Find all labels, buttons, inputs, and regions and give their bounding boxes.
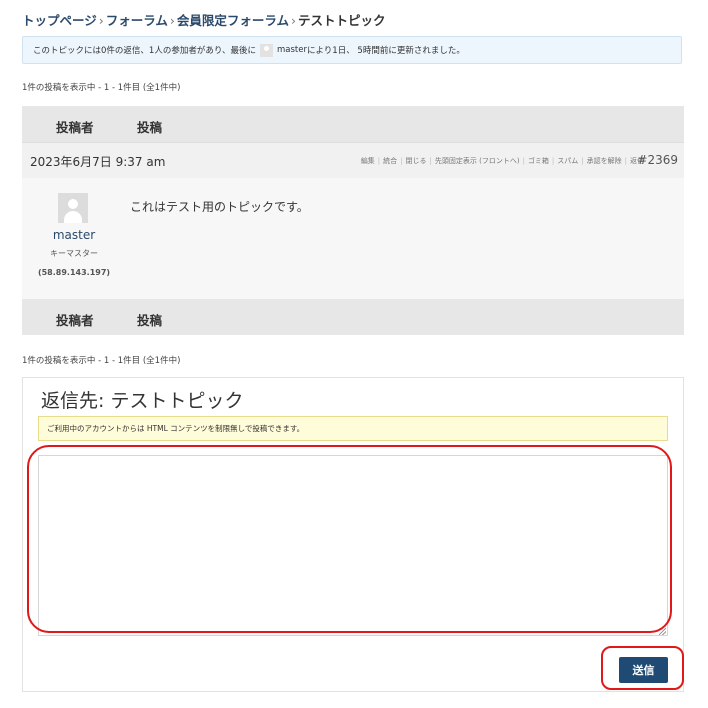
breadcrumb-separator: ›	[98, 13, 104, 28]
close-link[interactable]: 閉じる	[406, 157, 427, 165]
header-author: 投稿者	[56, 120, 94, 135]
reply-textarea[interactable]	[38, 455, 668, 636]
topic-info-text: このトピックには0件の返信、1人の参加者があり、最後に	[33, 46, 256, 56]
user-avatar-icon	[259, 43, 273, 57]
post-content: これはテスト用のトピックです。	[130, 200, 309, 214]
breadcrumb: トップページ › フォーラム › 会員限定フォーラム › テストトピック	[22, 10, 386, 29]
pagination-count-top: 1件の投稿を表示中 - 1 - 1件目 (全1件中)	[22, 83, 181, 93]
post-admin-links: 編集 | 統合 | 閉じる | 先頭固定表示 (フロントへ) | ゴミ箱 | スパム | 承認を解除 | 返…	[360, 157, 644, 165]
breadcrumb-link-members-forum[interactable]: 会員限定フォーラム	[177, 13, 289, 28]
posts-table-header: 投稿者 投稿	[22, 106, 684, 142]
author-ip: (58.89.143.197)	[37, 268, 111, 277]
unapprove-link[interactable]: 承認を解除	[587, 157, 622, 165]
post-permalink[interactable]: #2369	[637, 153, 678, 167]
submit-button[interactable]: 送信	[619, 657, 668, 683]
merge-link[interactable]: 統合	[383, 157, 397, 165]
breadcrumb-current: テストトピック	[298, 13, 386, 28]
post-date: 2023年6月7日 9:37 am	[30, 155, 166, 169]
spam-link[interactable]: スパム	[557, 157, 578, 165]
breadcrumb-separator: ›	[291, 13, 297, 28]
topic-info-notice: このトピックには0件の返信、1人の参加者があり、最後に master により1日…	[22, 36, 682, 64]
footer-posts: 投稿	[137, 313, 163, 328]
topic-info-text-after: により1日、 5時間前に更新されました。	[306, 46, 465, 56]
trash-link[interactable]: ゴミ箱	[528, 157, 549, 165]
footer-author: 投稿者	[56, 313, 94, 328]
posts-table-footer: 投稿者 投稿	[22, 299, 684, 335]
edit-link[interactable]: 編集	[361, 157, 375, 165]
breadcrumb-link-home[interactable]: トップページ	[22, 13, 97, 28]
post-header: 2023年6月7日 9:37 am 編集 | 統合 | 閉じる | 先頭固定表示 (フロント…	[22, 142, 684, 178]
topic-info-user-link[interactable]: master	[277, 45, 307, 55]
pagination-count-bottom: 1件の投稿を表示中 - 1 - 1件目 (全1件中)	[22, 356, 181, 366]
stick-link[interactable]: 先頭固定表示 (フロントへ)	[435, 157, 520, 165]
reply-form: 返信先: テストトピック ご利用中のアカウントからは HTML コンテンツを制限…	[22, 377, 684, 692]
post-body: master キーマスター (58.89.143.197) これはテスト用のトピ…	[22, 178, 684, 299]
header-posts: 投稿	[137, 120, 163, 135]
reply-form-title: 返信先: テストトピック	[41, 390, 244, 412]
author-name-link[interactable]: master	[22, 228, 126, 242]
breadcrumb-link-forums[interactable]: フォーラム	[106, 13, 168, 28]
html-allowed-notice: ご利用中のアカウントからは HTML コンテンツを制限無しで投稿できます。	[38, 416, 668, 441]
breadcrumb-separator: ›	[169, 13, 175, 28]
author-avatar[interactable]	[58, 193, 88, 223]
author-role: キーマスター	[50, 249, 98, 258]
resize-handle-icon[interactable]	[659, 628, 666, 635]
